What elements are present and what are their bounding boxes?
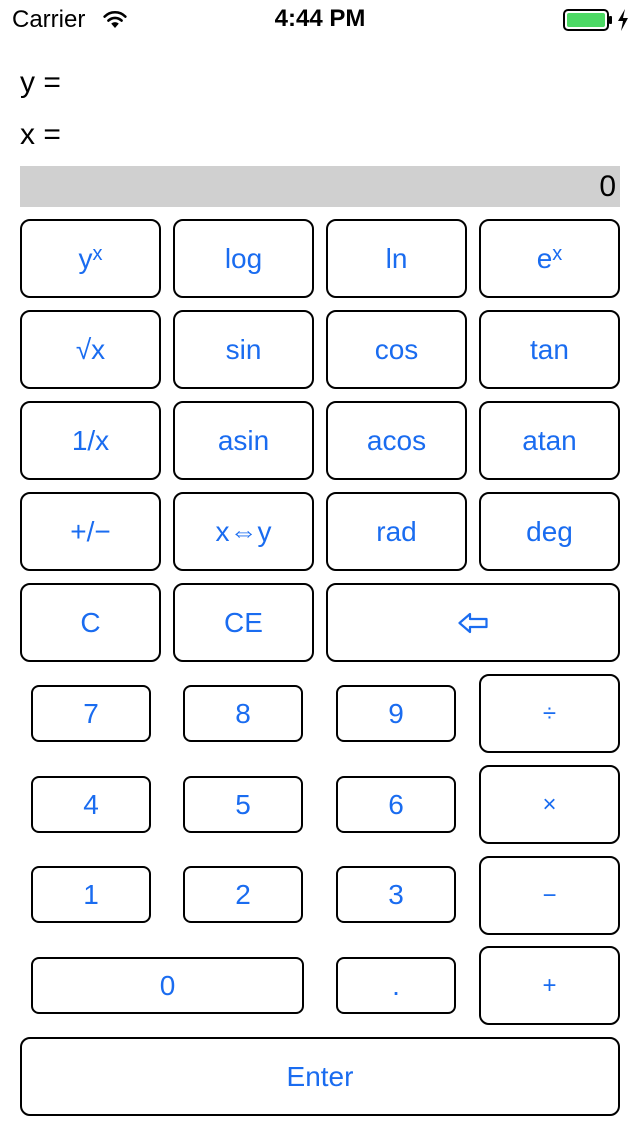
calculator-screen: Carrier 4:44 PM y = x = 0 yx log ln ex √… bbox=[0, 0, 640, 1136]
exp-base: e bbox=[536, 242, 553, 274]
power-base: y bbox=[78, 242, 93, 274]
decimal-point-button[interactable]: . bbox=[336, 957, 456, 1014]
digit-2-button[interactable]: 2 bbox=[183, 866, 303, 923]
digit-6-button[interactable]: 6 bbox=[336, 776, 456, 833]
acos-button[interactable]: acos bbox=[326, 401, 467, 480]
charging-bolt-icon bbox=[618, 9, 628, 31]
digit-0-button[interactable]: 0 bbox=[31, 957, 304, 1014]
backspace-arrow-icon bbox=[458, 612, 488, 633]
swap-xy-button[interactable]: x⇔y bbox=[173, 492, 314, 571]
asin-button[interactable]: asin bbox=[173, 401, 314, 480]
divide-button[interactable]: ÷ bbox=[479, 674, 620, 753]
digit-3-button[interactable]: 3 bbox=[336, 866, 456, 923]
digit-9-button[interactable]: 9 bbox=[336, 685, 456, 742]
status-bar: Carrier 4:44 PM bbox=[0, 0, 640, 40]
exp-exponent: x bbox=[552, 243, 563, 265]
ln-button[interactable]: ln bbox=[326, 219, 467, 298]
multiply-button[interactable]: × bbox=[479, 765, 620, 844]
display-value: 0 bbox=[20, 166, 620, 207]
power-button[interactable]: yx bbox=[20, 219, 161, 298]
y-register-label: y = bbox=[20, 66, 61, 99]
digit-8-button[interactable]: 8 bbox=[183, 685, 303, 742]
sqrt-button[interactable]: √x bbox=[20, 310, 161, 389]
tan-button[interactable]: tan bbox=[479, 310, 620, 389]
clear-button[interactable]: C bbox=[20, 583, 161, 662]
digit-7-button[interactable]: 7 bbox=[31, 685, 151, 742]
x-register-label: x = bbox=[20, 118, 61, 151]
digit-1-button[interactable]: 1 bbox=[31, 866, 151, 923]
power-exponent: x bbox=[92, 243, 103, 265]
reciprocal-button[interactable]: 1/x bbox=[20, 401, 161, 480]
battery-charging-icon bbox=[563, 9, 612, 31]
cos-button[interactable]: cos bbox=[326, 310, 467, 389]
backspace-button[interactable] bbox=[326, 583, 620, 662]
log-button[interactable]: log bbox=[173, 219, 314, 298]
sin-button[interactable]: sin bbox=[173, 310, 314, 389]
exp-button[interactable]: ex bbox=[479, 219, 620, 298]
digit-5-button[interactable]: 5 bbox=[183, 776, 303, 833]
enter-button[interactable]: Enter bbox=[20, 1037, 620, 1116]
minus-button[interactable]: − bbox=[479, 856, 620, 935]
atan-button[interactable]: atan bbox=[479, 401, 620, 480]
status-time: 4:44 PM bbox=[274, 5, 366, 32]
clear-entry-button[interactable]: CE bbox=[173, 583, 314, 662]
deg-button[interactable]: deg bbox=[479, 492, 620, 571]
negate-button[interactable]: +/− bbox=[20, 492, 161, 571]
plus-button[interactable]: + bbox=[479, 946, 620, 1025]
rad-button[interactable]: rad bbox=[326, 492, 467, 571]
digit-4-button[interactable]: 4 bbox=[31, 776, 151, 833]
